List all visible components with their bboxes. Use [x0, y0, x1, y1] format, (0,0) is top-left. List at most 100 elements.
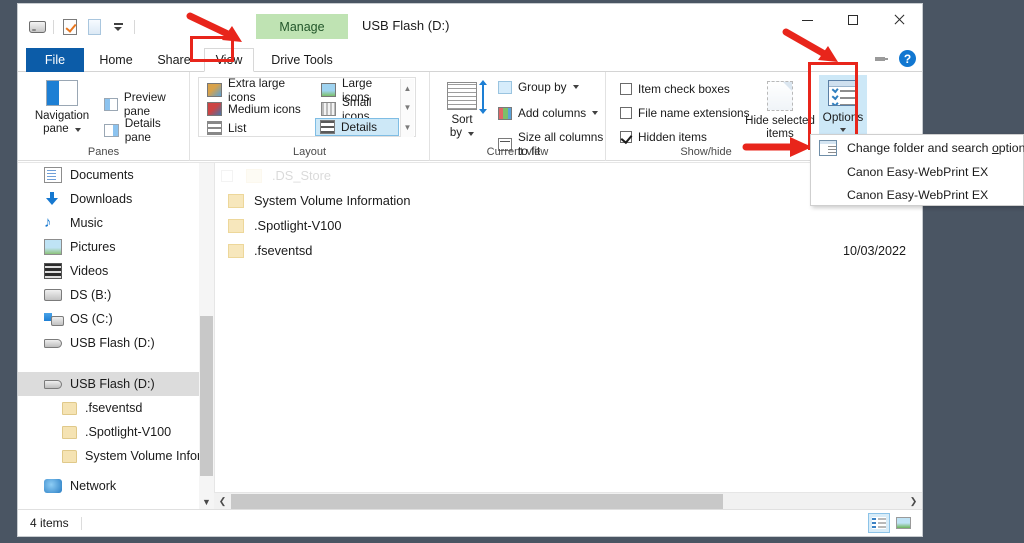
contextual-tab-label: Manage	[279, 19, 325, 34]
file-name-extensions-label: File name extensions	[638, 106, 750, 120]
scrollbar-thumb[interactable]	[200, 316, 213, 476]
details-pane-label: Details pane	[124, 116, 161, 144]
folder-icon	[62, 425, 77, 439]
details-view-icon	[872, 517, 886, 529]
sidebar-item-usb-flash-d-selected[interactable]: USB Flash (D:)	[18, 372, 214, 396]
group-label-panes: Panes	[87, 146, 120, 158]
tab-drive-tools[interactable]: Drive Tools	[256, 48, 348, 72]
navigation-pane-scrollbar[interactable]: ▼	[199, 163, 214, 510]
properties-icon[interactable]	[59, 17, 81, 37]
hide-selected-items-button[interactable]: Hide selected items	[744, 77, 816, 141]
add-columns-button[interactable]: Add columns	[498, 106, 599, 120]
menu-item-canon-easy-webprint-ex-1[interactable]: Canon Easy-WebPrint EX	[811, 160, 1023, 183]
menu-item-canon-easy-webprint-ex-2[interactable]: Canon Easy-WebPrint EX	[811, 183, 1023, 206]
layout-details[interactable]: Details	[315, 118, 399, 136]
minimize-button[interactable]	[784, 4, 830, 36]
ribbon-group-layout: Extra large icons Large icons Medium ico…	[190, 72, 430, 161]
pin-ribbon-icon[interactable]	[873, 51, 889, 67]
preview-pane-label: Preview pane	[123, 90, 166, 118]
details-pane-icon	[104, 123, 119, 137]
small-icons-icon	[321, 102, 336, 116]
extra-large-icons-icon	[207, 83, 222, 97]
item-check-boxes-checkbox[interactable]: Item check boxes	[620, 82, 730, 96]
tab-view[interactable]: View	[204, 48, 254, 72]
ribbon-right-controls: ?	[873, 50, 916, 67]
preview-pane-button[interactable]: Preview pane	[104, 90, 189, 118]
sort-by-button[interactable]: Sort by	[434, 78, 490, 140]
folder-options-icon	[819, 139, 837, 156]
sidebar-item-downloads[interactable]: Downloads	[18, 187, 214, 211]
item-check-boxes-check-icon	[620, 83, 632, 95]
layout-medium-icons[interactable]: Medium icons	[203, 100, 315, 118]
table-row[interactable]: .fseventsd 10/03/2022	[215, 238, 922, 263]
scroll-up-icon[interactable]: ▲	[404, 84, 412, 93]
scroll-down-icon[interactable]: ▼	[404, 103, 412, 112]
tab-share-label: Share	[157, 53, 191, 67]
navigation-pane-button[interactable]: Navigation pane	[26, 76, 98, 136]
file-name-extensions-checkbox[interactable]: File name extensions	[620, 106, 749, 120]
layout-small-icons[interactable]: Small icons	[317, 95, 399, 123]
scrollbar-thumb[interactable]	[231, 493, 723, 509]
file-date: 10/03/2022	[843, 243, 907, 258]
scroll-right-icon[interactable]: ❯	[905, 493, 922, 510]
customize-quick-access-caret-icon[interactable]	[107, 17, 129, 37]
details-view-button[interactable]	[868, 513, 890, 533]
large-icons-icon	[321, 83, 336, 97]
hide-selected-label-2: items	[766, 128, 794, 140]
ribbon: Navigation pane Preview pane Details pan…	[18, 72, 922, 161]
gallery-expand-icon[interactable]: ▼	[404, 123, 412, 132]
details-pane-button[interactable]: Details pane	[104, 116, 189, 144]
sidebar-item-ds-b[interactable]: DS (B:)	[18, 283, 214, 307]
sidebar-item-network[interactable]: Network	[18, 474, 214, 498]
sidebar-item-usb-flash-d[interactable]: USB Flash (D:)	[18, 331, 214, 355]
tab-home-label: Home	[99, 53, 133, 67]
navigation-pane-label-1: Navigation	[34, 110, 90, 122]
help-icon[interactable]: ?	[899, 50, 916, 67]
network-icon	[44, 479, 62, 493]
maximize-button[interactable]	[830, 4, 876, 36]
sidebar-item-system-volume-information[interactable]: System Volume Inform	[18, 444, 214, 468]
sidebar-item-spotlight-v100[interactable]: .Spotlight-V100	[18, 420, 214, 444]
folder-icon	[246, 168, 262, 183]
sidebar-item-pictures[interactable]: Pictures	[18, 235, 214, 259]
sidebar-item-label: Downloads	[70, 192, 133, 206]
new-folder-icon[interactable]	[83, 17, 105, 37]
row-checkbox[interactable]	[221, 169, 233, 182]
sidebar-item-videos[interactable]: Videos	[18, 259, 214, 283]
tab-share[interactable]: Share	[146, 48, 202, 72]
close-button[interactable]	[876, 4, 922, 36]
file-name: .Spotlight-V100	[254, 218, 342, 233]
options-label: Options	[822, 110, 864, 124]
layout-extra-large-icons[interactable]: Extra large icons	[203, 76, 315, 104]
tab-home[interactable]: Home	[88, 48, 144, 72]
os-drive-icon	[44, 311, 64, 327]
file-name: .DS_Store	[272, 168, 332, 183]
group-label-show-hide: Show/hide	[680, 146, 732, 158]
hidden-items-checkbox[interactable]: Hidden items	[620, 130, 707, 144]
chevron-down-icon[interactable]	[840, 128, 846, 132]
large-icons-view-button[interactable]	[892, 513, 914, 533]
group-by-button[interactable]: Group by	[498, 80, 579, 94]
content-area: Documents Downloads ♪ Music Pictures Vid…	[18, 162, 922, 536]
ribbon-group-panes: Navigation pane Preview pane Details pan…	[18, 72, 190, 161]
contextual-tab-manage[interactable]: Manage	[256, 14, 348, 39]
scrollbar-track[interactable]	[231, 493, 905, 510]
sidebar-item-fseventsd[interactable]: .fseventsd	[18, 396, 214, 420]
tab-file[interactable]: File	[26, 48, 84, 72]
documents-icon	[44, 167, 62, 183]
list-icon	[207, 121, 222, 135]
sidebar-item-label: USB Flash (D:)	[70, 336, 155, 350]
scroll-down-icon[interactable]: ▼	[199, 493, 214, 510]
horizontal-scrollbar[interactable]: ❮ ❯	[214, 492, 922, 509]
group-label-layout: Layout	[292, 146, 327, 158]
scroll-left-icon[interactable]: ❮	[214, 493, 231, 510]
sidebar-item-music[interactable]: ♪ Music	[18, 211, 214, 235]
layout-list[interactable]: List	[203, 119, 315, 137]
menu-item-change-folder-and-search-options[interactable]: Change folder and search options	[811, 135, 1024, 160]
drive-icon[interactable]	[26, 17, 48, 37]
sidebar-item-documents[interactable]: Documents	[18, 163, 214, 187]
layout-gallery-scrollbar[interactable]: ▲ ▼ ▼	[400, 79, 414, 137]
folder-icon	[228, 193, 244, 208]
table-row[interactable]: .Spotlight-V100	[215, 213, 922, 238]
sidebar-item-os-c[interactable]: OS (C:)	[18, 307, 214, 331]
